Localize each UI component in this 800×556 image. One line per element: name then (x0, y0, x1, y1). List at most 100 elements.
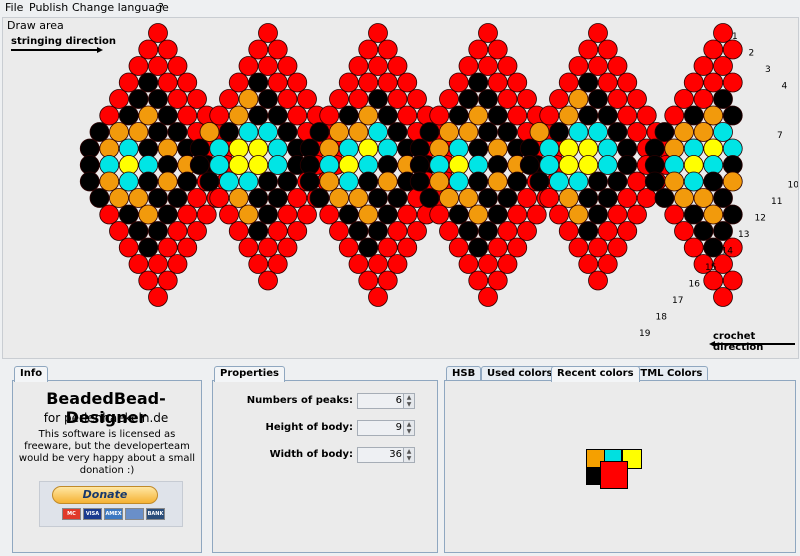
bead[interactable] (588, 122, 608, 142)
bead[interactable] (329, 188, 349, 208)
bead-canvas[interactable]: 12345678910111213141516171819 (3, 18, 798, 358)
bead[interactable] (487, 39, 508, 60)
bead[interactable] (89, 122, 110, 142)
bead[interactable] (368, 254, 388, 274)
bead[interactable] (309, 188, 330, 208)
menu-file[interactable]: File (5, 2, 23, 14)
bead[interactable] (627, 89, 647, 109)
bead[interactable] (448, 237, 469, 258)
bead[interactable] (299, 171, 320, 192)
bead[interactable] (248, 254, 269, 274)
bead[interactable] (248, 155, 269, 175)
bead[interactable] (588, 204, 608, 225)
bead[interactable] (228, 72, 249, 93)
bead[interactable] (617, 188, 638, 208)
bead[interactable] (358, 204, 379, 225)
bead[interactable] (722, 105, 743, 126)
bead[interactable] (157, 270, 178, 291)
bead[interactable] (387, 89, 408, 109)
bead[interactable] (578, 155, 599, 175)
bead[interactable] (258, 237, 278, 258)
bead[interactable] (368, 56, 388, 76)
height-down-icon[interactable]: ▼ (404, 428, 414, 435)
bead[interactable] (627, 204, 647, 225)
bead[interactable] (148, 221, 168, 241)
bead[interactable] (109, 221, 129, 241)
bead[interactable] (258, 89, 278, 109)
bead[interactable] (338, 72, 359, 93)
menu-publish[interactable]: Publish (29, 2, 68, 14)
bead[interactable] (248, 188, 269, 208)
bead[interactable] (517, 89, 537, 109)
bead[interactable] (128, 254, 149, 274)
bead[interactable] (487, 204, 508, 225)
bead[interactable] (277, 89, 298, 109)
bead[interactable] (209, 105, 230, 126)
bead[interactable] (487, 270, 508, 291)
bead[interactable] (497, 89, 518, 109)
bead[interactable] (99, 105, 120, 126)
bead[interactable] (297, 204, 317, 225)
bead[interactable] (189, 155, 210, 175)
bead[interactable] (319, 171, 340, 192)
bead[interactable] (597, 188, 618, 208)
bead[interactable] (526, 204, 547, 225)
bead[interactable] (468, 72, 489, 93)
bead[interactable] (407, 221, 427, 241)
bead[interactable] (478, 89, 498, 109)
bead[interactable] (329, 221, 349, 241)
bead[interactable] (683, 105, 704, 126)
bead[interactable] (497, 221, 518, 241)
bead[interactable] (267, 105, 288, 126)
bead[interactable] (387, 254, 408, 274)
bead[interactable] (448, 204, 469, 225)
bead[interactable] (348, 89, 369, 109)
bead[interactable] (177, 105, 198, 126)
bead[interactable] (693, 221, 714, 241)
bead[interactable] (478, 23, 498, 43)
bead[interactable] (627, 122, 647, 142)
bead[interactable] (348, 254, 369, 274)
bead[interactable] (558, 221, 579, 241)
bead[interactable] (507, 105, 528, 126)
bead[interactable] (713, 56, 733, 76)
bead[interactable] (397, 72, 418, 93)
bead[interactable] (458, 122, 479, 142)
bead[interactable] (277, 56, 298, 76)
bead[interactable] (429, 204, 450, 225)
bead[interactable] (368, 122, 388, 142)
bead[interactable] (703, 204, 724, 225)
bead[interactable] (109, 89, 129, 109)
bead[interactable] (238, 89, 259, 109)
bead[interactable] (478, 188, 498, 208)
bead[interactable] (497, 254, 518, 274)
bead[interactable] (664, 105, 685, 126)
bead[interactable] (487, 171, 508, 192)
bead[interactable] (674, 89, 694, 109)
bead[interactable] (674, 122, 694, 142)
bead[interactable] (118, 237, 139, 258)
bead[interactable] (338, 105, 359, 126)
bead[interactable] (674, 221, 694, 241)
bead[interactable] (713, 287, 733, 307)
bead[interactable] (258, 204, 278, 225)
tab-properties[interactable]: Properties (214, 366, 285, 382)
bead[interactable] (157, 237, 178, 258)
tab-used-colors[interactable]: Used colors (481, 366, 559, 381)
bead[interactable] (713, 221, 733, 241)
bead[interactable] (128, 122, 149, 142)
bead[interactable] (267, 39, 288, 60)
bead[interactable] (148, 23, 168, 43)
bead[interactable] (558, 72, 579, 93)
bead[interactable] (338, 171, 359, 192)
bead[interactable] (109, 188, 129, 208)
bead[interactable] (636, 188, 657, 208)
bead[interactable] (519, 155, 540, 175)
bead[interactable] (568, 89, 589, 109)
menu-change-language[interactable]: Change language (72, 2, 169, 14)
bead[interactable] (703, 171, 724, 192)
bead[interactable] (683, 171, 704, 192)
bead[interactable] (507, 72, 528, 93)
bead[interactable] (99, 204, 120, 225)
bead[interactable] (329, 89, 349, 109)
